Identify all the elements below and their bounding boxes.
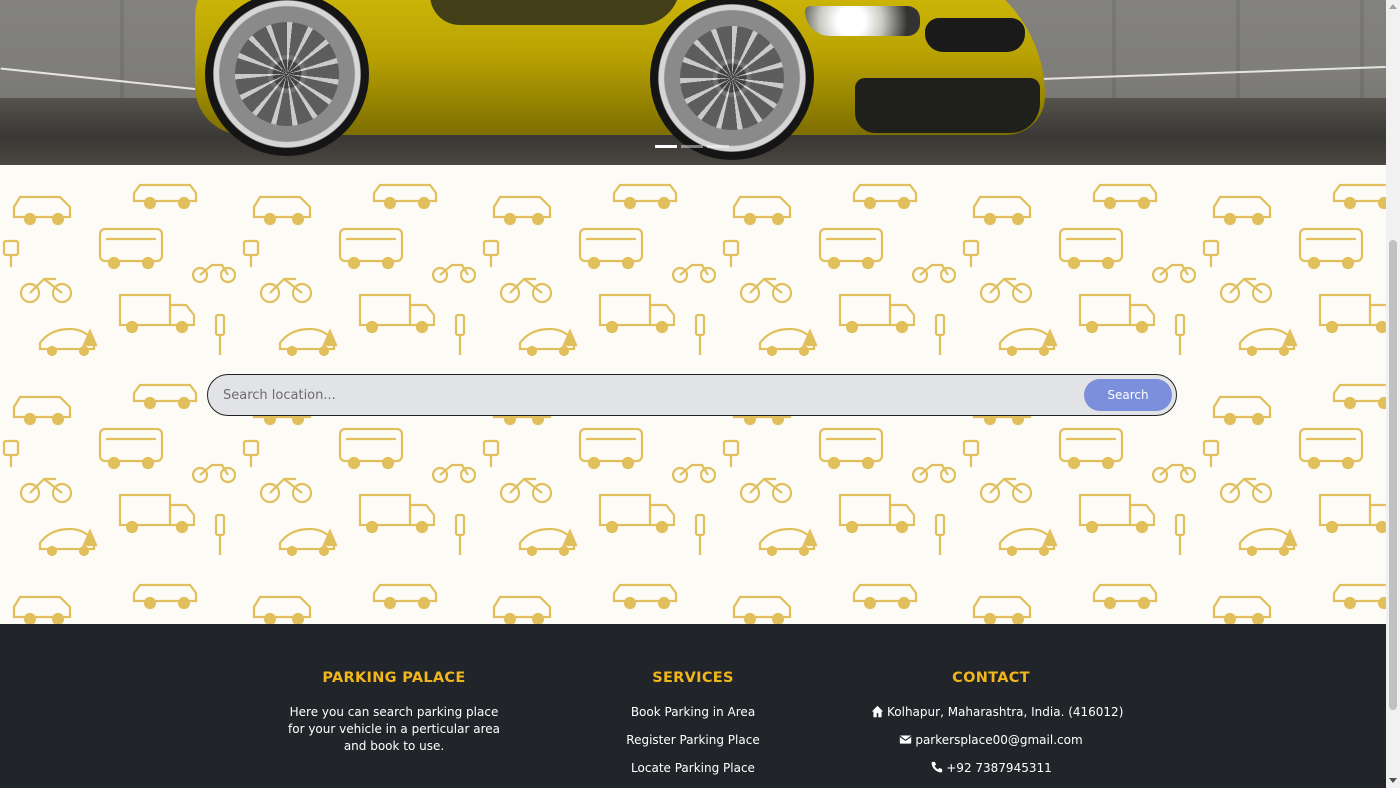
- footer-service-item: Register Parking Place: [573, 732, 813, 760]
- contact-address-text: Kolhapur, Maharashtra, India. (416012): [887, 705, 1124, 719]
- car-wheel-front: [650, 0, 814, 160]
- car-grille: [925, 18, 1025, 52]
- scroll-thumb[interactable]: [1389, 240, 1397, 710]
- service-link-book[interactable]: Book Parking in Area: [631, 705, 755, 719]
- scroll-down-arrow-icon[interactable]: [1389, 778, 1397, 783]
- footer-services-column: SERVICES Book Parking in Area Register P…: [573, 670, 813, 788]
- scroll-up-arrow-icon[interactable]: [1389, 4, 1397, 9]
- car-headlight: [805, 6, 920, 36]
- footer-about-title: PARKING PALACE: [322, 670, 466, 686]
- contact-phone: +92 7387945311: [871, 760, 1111, 788]
- car-window: [430, 0, 680, 25]
- footer-service-item: Locate Parking Place: [573, 760, 813, 788]
- carousel-indicators: [655, 145, 729, 148]
- footer-contact-title: CONTACT: [952, 670, 1030, 686]
- carousel-indicator-2[interactable]: [681, 145, 703, 148]
- footer-about-column: PARKING PALACE Here you can search parki…: [274, 670, 514, 755]
- contact-phone-text[interactable]: +92 7387945311: [946, 761, 1052, 775]
- envelope-icon: [899, 735, 912, 744]
- footer-services-list: Book Parking in Area Register Parking Pl…: [573, 704, 813, 788]
- carousel-indicator-3[interactable]: [707, 145, 729, 148]
- footer-service-item: Book Parking in Area: [573, 704, 813, 732]
- footer-services-title: SERVICES: [652, 670, 734, 686]
- search-button[interactable]: Search: [1084, 379, 1172, 411]
- footer-contact-column: CONTACT Kolhapur, Maharashtra, India. (4…: [871, 670, 1123, 788]
- search-input[interactable]: [208, 375, 1093, 415]
- page-scrollbar[interactable]: [1386, 0, 1400, 788]
- home-icon: [871, 705, 884, 718]
- car-bumper: [855, 78, 1040, 133]
- service-link-register[interactable]: Register Parking Place: [626, 733, 759, 747]
- carousel-indicator-1[interactable]: [655, 145, 677, 148]
- contact-email: parkersplace00@gmail.com: [871, 732, 1111, 760]
- contact-email-text[interactable]: parkersplace00@gmail.com: [915, 733, 1082, 747]
- hero-carousel[interactable]: [0, 0, 1386, 165]
- service-link-locate[interactable]: Locate Parking Place: [631, 761, 755, 775]
- footer: PARKING PALACE Here you can search parki…: [0, 624, 1386, 788]
- phone-icon: [931, 761, 943, 773]
- contact-address: Kolhapur, Maharashtra, India. (416012): [871, 704, 1123, 732]
- footer-about-text: Here you can search parking place for yo…: [288, 705, 500, 753]
- footer-contact-list: Kolhapur, Maharashtra, India. (416012) p…: [871, 704, 1123, 788]
- search-bar: Search: [207, 374, 1177, 416]
